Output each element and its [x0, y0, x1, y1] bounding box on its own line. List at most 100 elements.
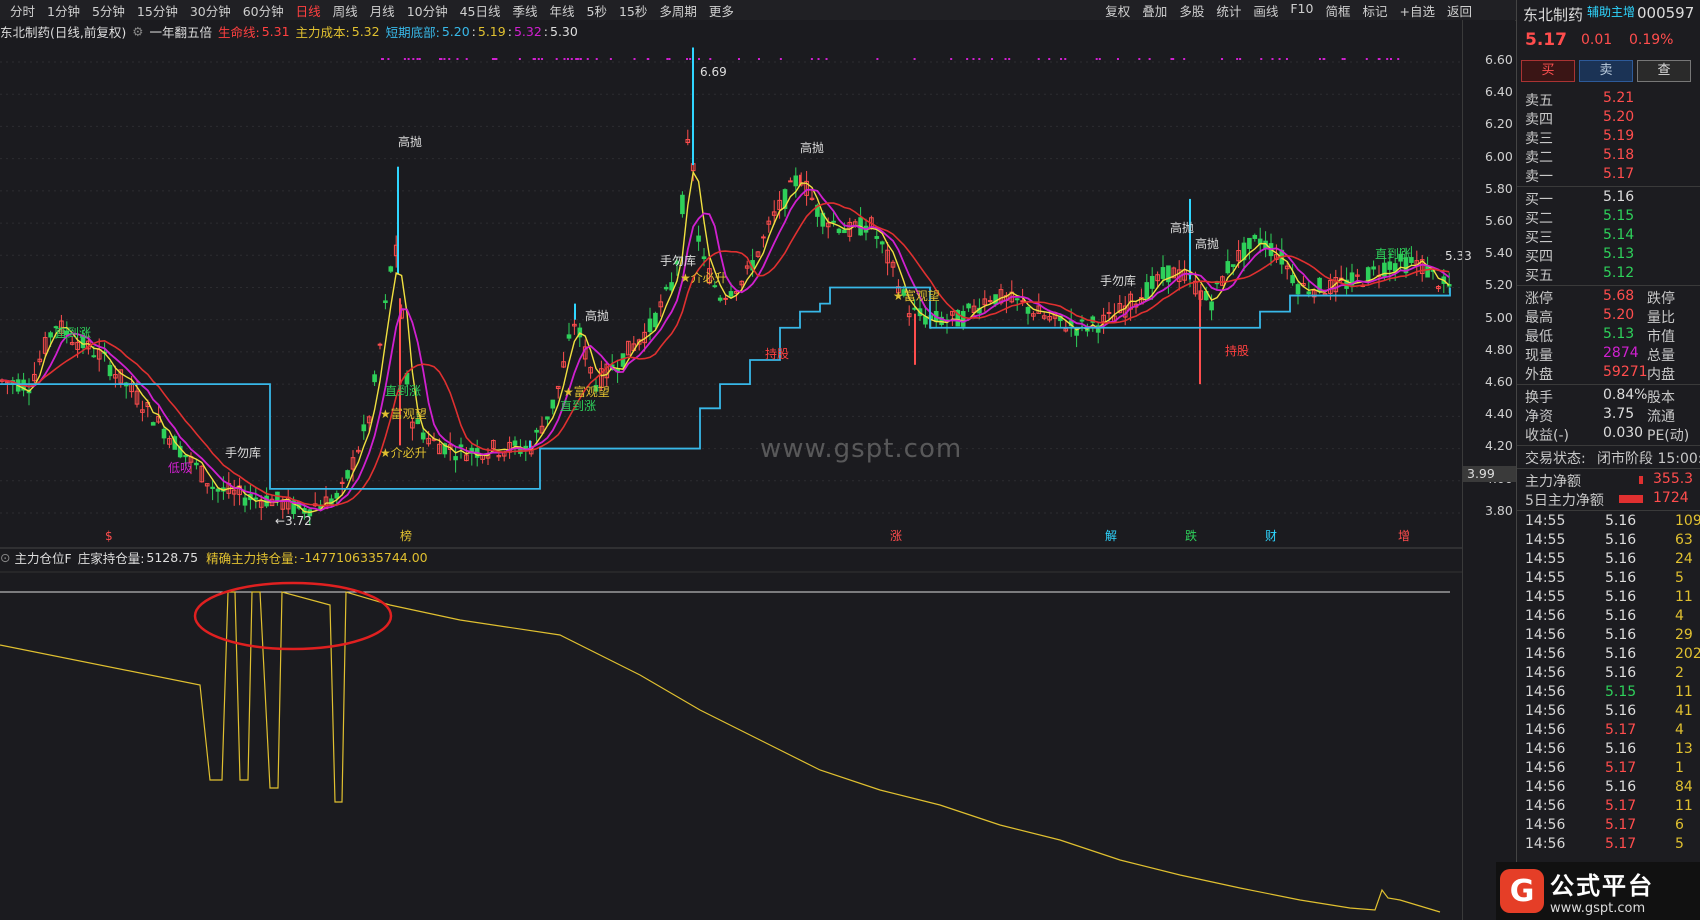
period-tab[interactable]: 年线	[544, 1, 581, 20]
period-tab[interactable]: 15秒	[613, 1, 653, 20]
net-flow-label: 5日主力净额	[1525, 493, 1604, 509]
candle-body	[534, 429, 539, 433]
quote-label: 外盘	[1525, 367, 1553, 383]
trade-volume: 5	[1675, 836, 1684, 852]
signal-dot	[1048, 58, 1051, 60]
signal-dot	[950, 58, 953, 60]
trade-row: 14:56 5.17 11	[1525, 798, 1700, 817]
watermark: www.gspt.com	[760, 434, 963, 464]
signal-dot	[697, 58, 700, 60]
candle-body	[1014, 298, 1020, 301]
query-button[interactable]: 查	[1637, 60, 1691, 82]
trade-row: 14:55 5.16 5	[1525, 570, 1700, 589]
watch-label: ★富观望	[893, 288, 940, 303]
chart-area[interactable]: 6.69 ←3.72 5.33 高抛 高抛 高抛 高抛 高抛 手勿库 手勿库 手勿库 直到涨 直到涨 直到…	[0, 20, 1515, 920]
current-price-tag: 3.99	[1463, 466, 1519, 482]
period-tab[interactable]: 10分钟	[401, 1, 454, 20]
sell-high-label: 高抛	[1170, 220, 1194, 235]
trade-price: 5.17	[1605, 760, 1637, 776]
settings-icon[interactable]: ⚙	[132, 24, 143, 39]
candle-body	[701, 256, 707, 260]
period-tab[interactable]: 月线	[364, 1, 401, 20]
period-tab[interactable]: 周线	[327, 1, 364, 20]
candle-body	[420, 432, 426, 440]
price-tick-label: 5.00	[1485, 309, 1513, 325]
event-marker: 财	[1265, 529, 1277, 543]
quote-label: 最低	[1525, 329, 1553, 345]
candle-body	[566, 334, 572, 339]
signal-dot	[668, 58, 671, 60]
quote-label: 卖五	[1525, 93, 1553, 109]
low-price-label: ←3.72	[275, 514, 312, 528]
trade-row: 14:56 5.17 6	[1525, 817, 1700, 836]
trade-row: 14:56 5.16 84	[1525, 779, 1700, 798]
period-tab[interactable]: 日线	[290, 1, 327, 20]
price-tick-label: 6.40	[1485, 84, 1513, 100]
quote-sidebar: 东北制药 辅助主增 000597 5.17 0.01 0.19% 买 卖 查 卖…	[1516, 0, 1700, 920]
period-tab[interactable]: 分时	[4, 1, 41, 20]
collapse-icon[interactable]: ⊙	[0, 550, 10, 565]
formula-name[interactable]: 一年翻五倍	[149, 22, 212, 41]
trade-time: 14:56	[1525, 779, 1566, 795]
signal-dot	[1236, 58, 1239, 60]
quote-extra-label: 内盘	[1647, 367, 1675, 383]
toolbar-action[interactable]: 标记	[1356, 1, 1393, 20]
toolbar-action[interactable]: 画线	[1247, 1, 1284, 20]
period-tab[interactable]: 60分钟	[237, 1, 290, 20]
candle-body	[458, 444, 464, 448]
toolbar-action[interactable]: 多股	[1173, 1, 1210, 20]
toolbar-action[interactable]: 统计	[1210, 1, 1247, 20]
cost-label: 主力成本:	[295, 24, 350, 40]
assist-badge[interactable]: 辅助主增	[1587, 3, 1635, 20]
toolbar-action[interactable]: 简框	[1319, 1, 1356, 20]
price-tick-label: 6.00	[1485, 148, 1513, 164]
quote-label: 最高	[1525, 310, 1553, 326]
trade-status-label: 交易状态:	[1525, 451, 1586, 467]
buy-button[interactable]: 买	[1521, 60, 1575, 82]
candle-body	[107, 364, 113, 377]
period-tab[interactable]: 1分钟	[41, 1, 86, 20]
trade-status-row: 交易状态: 闭市阶段 15:00:	[1525, 448, 1700, 467]
indicator-name[interactable]: 主力仓位F	[14, 548, 71, 567]
candle-body	[723, 297, 728, 300]
candle-body	[1371, 266, 1376, 270]
period-tab[interactable]: 45日线	[454, 1, 507, 20]
candle-body	[1387, 261, 1393, 270]
quote-row: 买三 5.14	[1525, 227, 1695, 246]
signal-dot	[1220, 58, 1223, 60]
toolbar-action[interactable]: +自选	[1394, 1, 1441, 20]
signal-dot	[412, 58, 415, 60]
candle-body	[150, 422, 156, 426]
candle-body	[1306, 291, 1312, 295]
quote-row: 涨停 5.68 跌停	[1525, 288, 1695, 307]
period-tab[interactable]: 季线	[507, 1, 544, 20]
period-tab[interactable]: 5秒	[581, 1, 613, 20]
period-tab[interactable]: 15分钟	[131, 1, 184, 20]
period-tab[interactable]: 更多	[703, 1, 740, 20]
quote-row: 换手 0.84% 股本	[1525, 387, 1695, 406]
period-tab[interactable]: 30分钟	[184, 1, 237, 20]
net-flow-label: 主力净额	[1525, 474, 1581, 490]
trade-price: 5.17	[1605, 722, 1637, 738]
signal-dot	[579, 58, 582, 60]
sell-button[interactable]: 卖	[1579, 60, 1633, 82]
signal-dot	[709, 58, 712, 60]
quote-extra-label: 股本	[1647, 390, 1675, 406]
candle-body	[383, 300, 388, 304]
logo-url: www.gspt.com	[1550, 901, 1646, 916]
toolbar-action[interactable]: 返回	[1441, 1, 1478, 20]
period-tab[interactable]: 多周期	[653, 1, 703, 20]
toolbar-action[interactable]: 复权	[1099, 1, 1136, 20]
candlestick-chart[interactable]: 6.69←3.725.33高抛 高抛高抛高抛高抛手勿库手勿库手勿库直到涨直到涨直到…	[0, 20, 1515, 920]
candle-body	[712, 285, 718, 288]
candle-body	[453, 456, 458, 461]
event-marker: 涨	[890, 528, 902, 543]
trade-row: 14:56 5.16 13	[1525, 741, 1700, 760]
signal-dot	[465, 58, 468, 60]
candle-body	[242, 497, 248, 506]
toolbar-action[interactable]: F10	[1284, 1, 1319, 20]
candle-body	[653, 312, 658, 328]
hold-label: 手勿库	[660, 253, 696, 268]
toolbar-action[interactable]: 叠加	[1136, 1, 1173, 20]
period-tab[interactable]: 5分钟	[86, 1, 131, 20]
